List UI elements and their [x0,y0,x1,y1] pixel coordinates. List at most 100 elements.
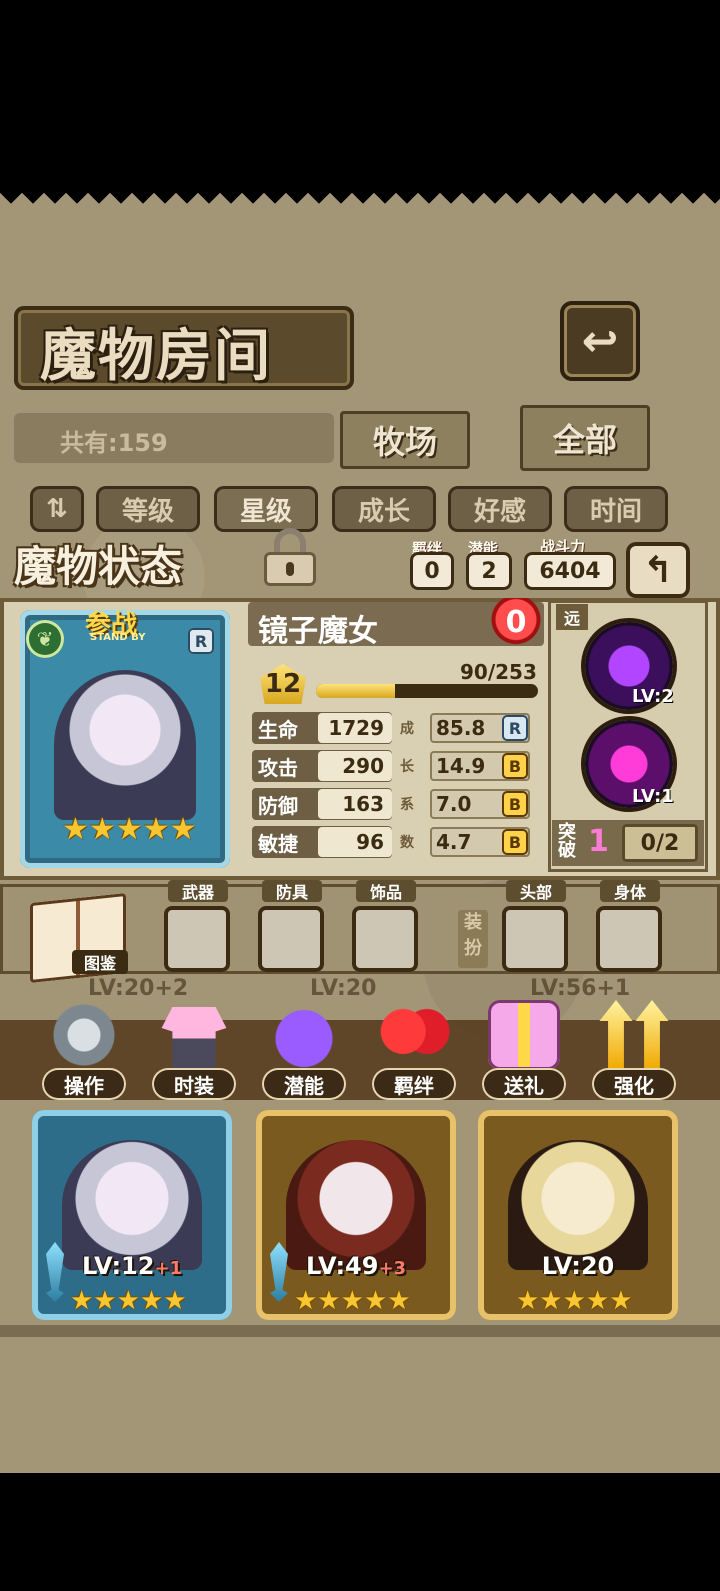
affection-value: 0 [505,604,527,640]
xp-text: 90/253 [460,660,537,684]
tab-ranch[interactable]: 牧场 [340,411,470,469]
demon-icon [268,1000,340,1070]
growth-coefficient-char: 长 [400,759,414,775]
roster-card-3-stars-text: ★★★★★ [516,1286,633,1316]
slot-head-label: 头部 [506,880,566,902]
sort-growth[interactable]: 成长 [332,486,436,532]
action-outfit-label: 时装 [152,1068,236,1100]
roster-card-1-stars: ★★★★★ [70,1288,187,1314]
return-arrow-icon: ↰ [642,549,674,591]
xp-bar-fill [316,684,396,698]
potential-value: 2 [466,552,512,590]
roster-card-2-art [286,1140,426,1270]
hearts-icon [378,1000,450,1070]
codex-label: 图鉴 [72,950,128,974]
sort-toggle-icon: ⇅ [46,494,68,524]
sort-star[interactable]: 星级 [214,486,318,532]
action-gift-label: 送礼 [482,1068,566,1100]
outfit-divider-label: 装扮 [458,910,488,968]
stat-label: 生命 [258,717,298,742]
roster-card-3-art [508,1140,648,1270]
growth-coefficient-char: 系 [400,797,414,813]
slot-weapon[interactable] [164,906,230,972]
arrow-up-icon [599,1000,669,1070]
action-potential[interactable]: 潜能 [262,1000,346,1100]
return-arrow-icon: ↩ [581,315,619,367]
roster-card-1-level-text: LV:12 [81,1252,155,1280]
standby-sublabel: STAND BY [90,632,146,643]
stat-label: 攻击 [258,755,298,780]
xp-bar [316,684,538,698]
sort-affection[interactable]: 好感 [448,486,552,532]
breakthrough-value: 1 [588,824,609,859]
power-value: 6404 [524,552,616,590]
action-potential-label: 潜能 [262,1068,346,1100]
roster-card-1[interactable]: LV:12+1 ★★★★★ [32,1110,232,1320]
action-bond[interactable]: 羁绊 [372,1000,456,1100]
tab-all[interactable]: 全部 [520,405,650,471]
slot-body-label: 身体 [600,880,660,902]
roster-card-2[interactable]: LV:49+3 ★★★★★ [256,1110,456,1320]
roster-top-level-1-text: LV:20 [88,976,155,1001]
roster-top-level-3: LV:56+1 [530,976,630,1001]
action-enhance-label: 强化 [592,1068,676,1100]
roster-card-3-stars: ★★★★★ [516,1288,633,1314]
roster-top-level-1-plus: +2 [154,976,189,1001]
breakthrough-progress: 0/2 [622,824,698,862]
stat-grade-badge: B [502,753,528,779]
stat-value: 96 [318,827,392,857]
roster-top-level-2: LV:20 [310,976,377,1001]
stat-value: 163 [318,789,392,819]
range-tag: 远 [556,604,588,630]
back-button[interactable]: ↩ [560,301,640,381]
action-enhance[interactable]: 强化 [592,1000,676,1100]
stat-value: 1729 [318,713,392,743]
slot-armor[interactable] [258,906,324,972]
gift-icon [488,1000,560,1070]
slot-armor-label: 防具 [262,880,322,902]
rank-badge: R [188,628,214,654]
roster-top-level-3-text: LV:56 [530,976,597,1001]
roster-card-2-stars: ★★★★★ [294,1288,411,1314]
roster-card-2-level-text: LV:49 [305,1252,379,1280]
roster-card-3[interactable]: LV:20 ★★★★★ [478,1110,678,1320]
monster-name: 镜子魔女 [258,614,378,649]
sort-time[interactable]: 时间 [564,486,668,532]
roster-top-level-1: LV:20+2 [88,976,188,1001]
roster-card-2-plus: +3 [378,1258,407,1279]
slot-accessory[interactable] [352,906,418,972]
outfit-icon [161,1007,227,1070]
lock-icon[interactable] [262,528,318,586]
roster-card-2-level: LV:49+3 [256,1252,456,1280]
lock-keyhole [286,562,294,576]
stat-grade-badge: R [502,715,528,741]
roster-card-2-stars-text: ★★★★★ [294,1286,411,1316]
status-back-button[interactable]: ↰ [626,542,690,598]
breakthrough-label: 突破 [558,822,576,861]
roster-bottom-rail [0,1325,720,1337]
sort-level[interactable]: 等级 [96,486,200,532]
roster-card-3-level-text: LV:20 [541,1252,615,1280]
gear-icon [48,1000,120,1070]
bond-value: 0 [410,552,454,590]
stat-label: 敏捷 [258,831,298,856]
star-rating-stars: ★★★★★ [62,812,197,847]
action-gift[interactable]: 送礼 [482,1000,566,1100]
leaf-element-icon: ❦ [26,620,64,658]
action-operate[interactable]: 操作 [42,1000,126,1100]
roster-top-level-3-plus: +1 [596,976,631,1001]
monster-portrait-art [54,670,196,820]
affection-heart-icon: 0 [490,598,542,646]
status-title: 魔物状态 [14,542,183,591]
growth-coefficient-char: 数 [400,835,414,851]
slot-body[interactable] [596,906,662,972]
stat-grade-badge: B [502,791,528,817]
roster-card-1-plus: +1 [154,1258,183,1279]
action-operate-label: 操作 [42,1068,126,1100]
roster-card-1-level: LV:12+1 [32,1252,232,1280]
sort-order-toggle[interactable]: ⇅ [30,486,84,532]
skill-1-level: LV:2 [632,686,674,707]
slot-head[interactable] [502,906,568,972]
monster-count: 共有:159 [60,429,168,457]
action-outfit[interactable]: 时装 [152,1000,236,1100]
